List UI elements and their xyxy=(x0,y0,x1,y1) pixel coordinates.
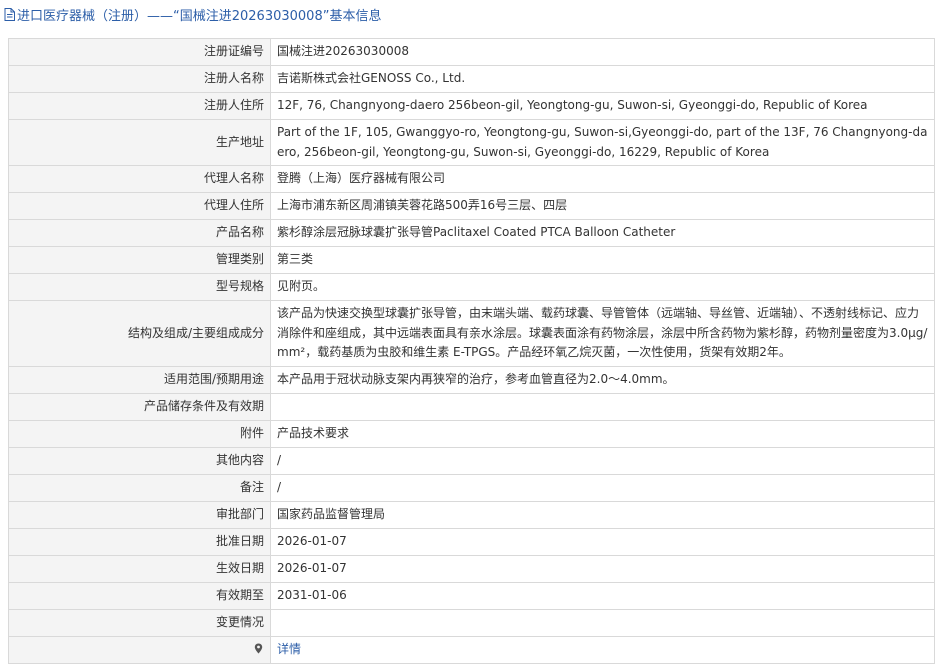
field-value: 2026-01-07 xyxy=(270,527,935,556)
field-label: 产品储存条件及有效期 xyxy=(8,392,271,421)
field-value: 2026-01-07 xyxy=(270,554,935,583)
field-label: 型号规格 xyxy=(8,273,271,301)
document-icon xyxy=(4,7,15,21)
field-value: 国械注进20263030008 xyxy=(270,38,935,66)
info-row: 附件 产品技术要求 xyxy=(8,419,935,448)
field-value: 紫杉醇涂层冠脉球囊扩张导管Paclitaxel Coated PTCA Ball… xyxy=(270,219,935,247)
field-label: 备注 xyxy=(8,473,271,502)
field-label: 管理类别 xyxy=(8,246,271,274)
field-label: 注册人住所 xyxy=(8,92,271,120)
field-value xyxy=(270,608,935,637)
field-label: 注册证编号 xyxy=(8,38,271,66)
detail-value-cell: 详情 xyxy=(270,635,935,664)
field-value: 国家药品监督管理局 xyxy=(270,500,935,529)
field-value: 见附页。 xyxy=(270,273,935,301)
info-row: 注册人住所 12F, 76, Changnyong-daero 256beon-g… xyxy=(8,92,935,120)
field-value: 吉诺斯株式会社GENOSS Co., Ltd. xyxy=(270,65,935,93)
info-row: 管理类别 第三类 xyxy=(8,246,935,274)
info-row: 审批部门 国家药品监督管理局 xyxy=(8,500,935,529)
info-row: 有效期至 2031-01-06 xyxy=(8,581,935,610)
field-label: 产品名称 xyxy=(8,219,271,247)
field-label: 代理人住所 xyxy=(8,192,271,220)
field-label: 代理人名称 xyxy=(8,165,271,193)
field-value: / xyxy=(270,473,935,502)
page-header: 进口医疗器械（注册）——“国械注进20263030008”基本信息 xyxy=(0,0,935,28)
field-label: 注册人名称 xyxy=(8,65,271,93)
info-row: 变更情况 xyxy=(8,608,935,637)
info-row: 备注 / xyxy=(8,473,935,502)
field-label: 结构及组成/主要组成成分 xyxy=(8,300,271,367)
info-row: 批准日期 2026-01-07 xyxy=(8,527,935,556)
info-row: 注册人名称 吉诺斯株式会社GENOSS Co., Ltd. xyxy=(8,65,935,93)
map-pin-icon xyxy=(254,643,263,654)
info-row: 代理人住所 上海市浦东新区周浦镇芙蓉花路500弄16号三层、四层 xyxy=(8,192,935,220)
field-value: 本产品用于冠状动脉支架内再狭窄的治疗，参考血管直径为2.0～4.0mm。 xyxy=(270,365,935,394)
field-value: / xyxy=(270,446,935,475)
info-row: 注册证编号 国械注进20263030008 xyxy=(8,38,935,66)
field-label: 生效日期 xyxy=(8,554,271,583)
field-label: 有效期至 xyxy=(8,581,271,610)
page-title: 进口医疗器械（注册）——“国械注进20263030008”基本信息 xyxy=(17,8,382,24)
info-row: 产品储存条件及有效期 xyxy=(8,392,935,421)
field-value: 12F, 76, Changnyong-daero 256beon-gil, Y… xyxy=(270,92,935,120)
field-value: 2031-01-06 xyxy=(270,581,935,610)
field-value: 产品技术要求 xyxy=(270,419,935,448)
field-value: 上海市浦东新区周浦镇芙蓉花路500弄16号三层、四层 xyxy=(270,192,935,220)
field-value: 第三类 xyxy=(270,246,935,274)
info-row: 生效日期 2026-01-07 xyxy=(8,554,935,583)
field-label: 其他内容 xyxy=(8,446,271,475)
detail-label-cell xyxy=(8,635,271,664)
field-value xyxy=(270,392,935,421)
field-label: 审批部门 xyxy=(8,500,271,529)
field-label: 适用范围/预期用途 xyxy=(8,365,271,394)
field-label: 生产地址 xyxy=(8,119,271,166)
field-label: 批准日期 xyxy=(8,527,271,556)
detail-row: 详情 xyxy=(8,635,935,664)
info-row: 其他内容 / xyxy=(8,446,935,475)
info-row: 型号规格 见附页。 xyxy=(8,273,935,301)
field-value: 该产品为快速交换型球囊扩张导管，由末端头端、载药球囊、导管管体（远端轴、导丝管、… xyxy=(270,300,935,367)
info-row: 结构及组成/主要组成成分 该产品为快速交换型球囊扩张导管，由末端头端、载药球囊、导… xyxy=(8,300,935,367)
info-row: 生产地址 Part of the 1F, 105, Gwanggyo-ro, Ye… xyxy=(8,119,935,166)
registration-info-table: 注册证编号 国械注进20263030008 注册人名称 吉诺斯株式会社GENOSS C… xyxy=(8,38,935,664)
field-label: 附件 xyxy=(8,419,271,448)
info-row: 代理人名称 登腾（上海）医疗器械有限公司 xyxy=(8,165,935,193)
detail-link[interactable]: 详情 xyxy=(277,642,301,656)
field-value: Part of the 1F, 105, Gwanggyo-ro, Yeongt… xyxy=(270,119,935,166)
field-label: 变更情况 xyxy=(8,608,271,637)
field-value: 登腾（上海）医疗器械有限公司 xyxy=(270,165,935,193)
info-row: 产品名称 紫杉醇涂层冠脉球囊扩张导管Paclitaxel Coated PTCA … xyxy=(8,219,935,247)
info-row: 适用范围/预期用途 本产品用于冠状动脉支架内再狭窄的治疗，参考血管直径为2.0～4… xyxy=(8,365,935,394)
